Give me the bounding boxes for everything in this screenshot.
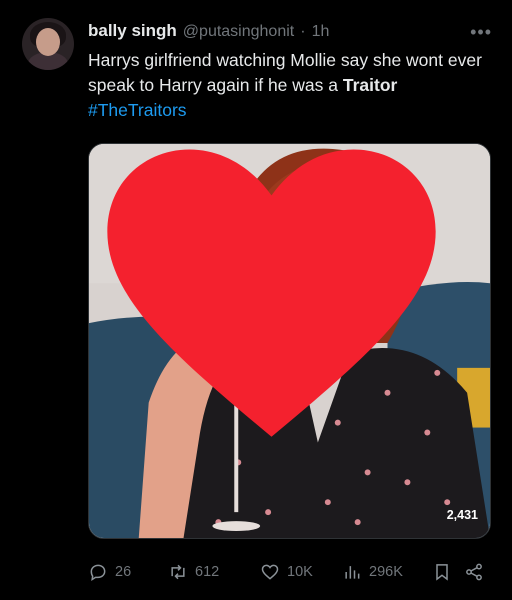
tweet-body: Harrys girlfriend watching Mollie say sh…: [88, 50, 482, 95]
bookmark-icon: [436, 564, 448, 581]
author-handle[interactable]: @putasinghonit: [183, 23, 294, 41]
views-button[interactable]: 296K: [342, 562, 426, 582]
share-icon: [466, 563, 482, 581]
tweet-media-image[interactable]: 2,431: [88, 143, 491, 539]
like-button[interactable]: 10K: [260, 562, 332, 582]
tweet-card[interactable]: bally singh @putasinghonit · 1h ••• Harr…: [0, 0, 512, 600]
tweet-bold-word: Traitor: [342, 75, 398, 95]
views-count: 296K: [369, 564, 403, 580]
heart-badge-icon: [107, 149, 436, 437]
like-count: 10K: [287, 564, 313, 580]
avatar[interactable]: [22, 18, 74, 70]
separator: ·: [300, 23, 306, 40]
author-name[interactable]: bally singh: [88, 21, 177, 41]
action-bar: 26 612 10K 296K: [88, 557, 491, 587]
media-like-count: 2,431: [446, 508, 478, 522]
hashtag-link[interactable]: #TheTraitors: [88, 100, 187, 120]
heart-icon: [261, 564, 279, 580]
retweet-icon: [171, 564, 185, 580]
share-button[interactable]: [464, 562, 484, 582]
reply-icon: [90, 564, 106, 581]
bookmark-button[interactable]: [432, 562, 452, 582]
timestamp[interactable]: 1h: [312, 23, 330, 41]
reply-count: 26: [115, 564, 132, 580]
tweet-text: Harrys girlfriend watching Mollie say sh…: [88, 48, 500, 123]
views-icon: [345, 566, 360, 579]
more-dots-icon[interactable]: •••: [470, 22, 492, 43]
tweet-header: bally singh @putasinghonit · 1h •••: [88, 21, 492, 47]
retweet-count: 612: [195, 564, 220, 580]
retweet-button[interactable]: 612: [168, 562, 248, 582]
reply-button[interactable]: 26: [88, 562, 150, 582]
